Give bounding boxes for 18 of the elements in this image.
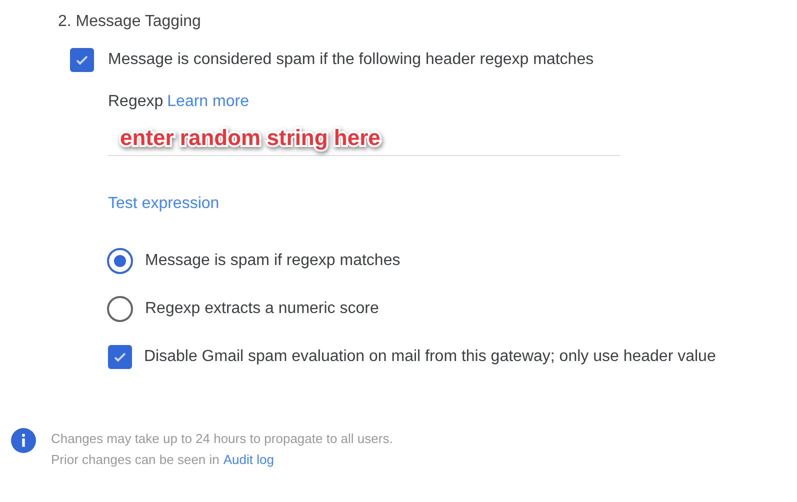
option-label: Regexp extracts a numeric score (145, 299, 379, 319)
input-field[interactable]: enter random string here (108, 120, 620, 156)
radio-button[interactable] (107, 248, 133, 274)
option-label: Disable Gmail spam evaluation on mail from this gateway; only use header value (144, 347, 716, 367)
option-label: Message is spam if regexp matches (145, 251, 400, 271)
info-text: Prior changes can be seen in (51, 451, 220, 469)
info-icon (11, 428, 36, 453)
annotation-text: enter random string here (120, 124, 380, 152)
section-title: 2. Message Tagging (58, 12, 202, 32)
field-label: Regexp (108, 92, 164, 112)
info-text: Changes may take up to 24 hours to propagate to all users. (51, 430, 393, 448)
test-expression-link[interactable]: Test expression (108, 195, 220, 212)
radio-button[interactable] (107, 296, 133, 322)
checkbox[interactable] (108, 345, 132, 369)
option-label: Message is considered spam if the following header regexp matches (108, 50, 594, 70)
checkbox[interactable] (70, 48, 94, 72)
audit-log-link[interactable]: Audit log (223, 449, 274, 470)
learn-more-link[interactable]: Learn more (167, 90, 249, 114)
